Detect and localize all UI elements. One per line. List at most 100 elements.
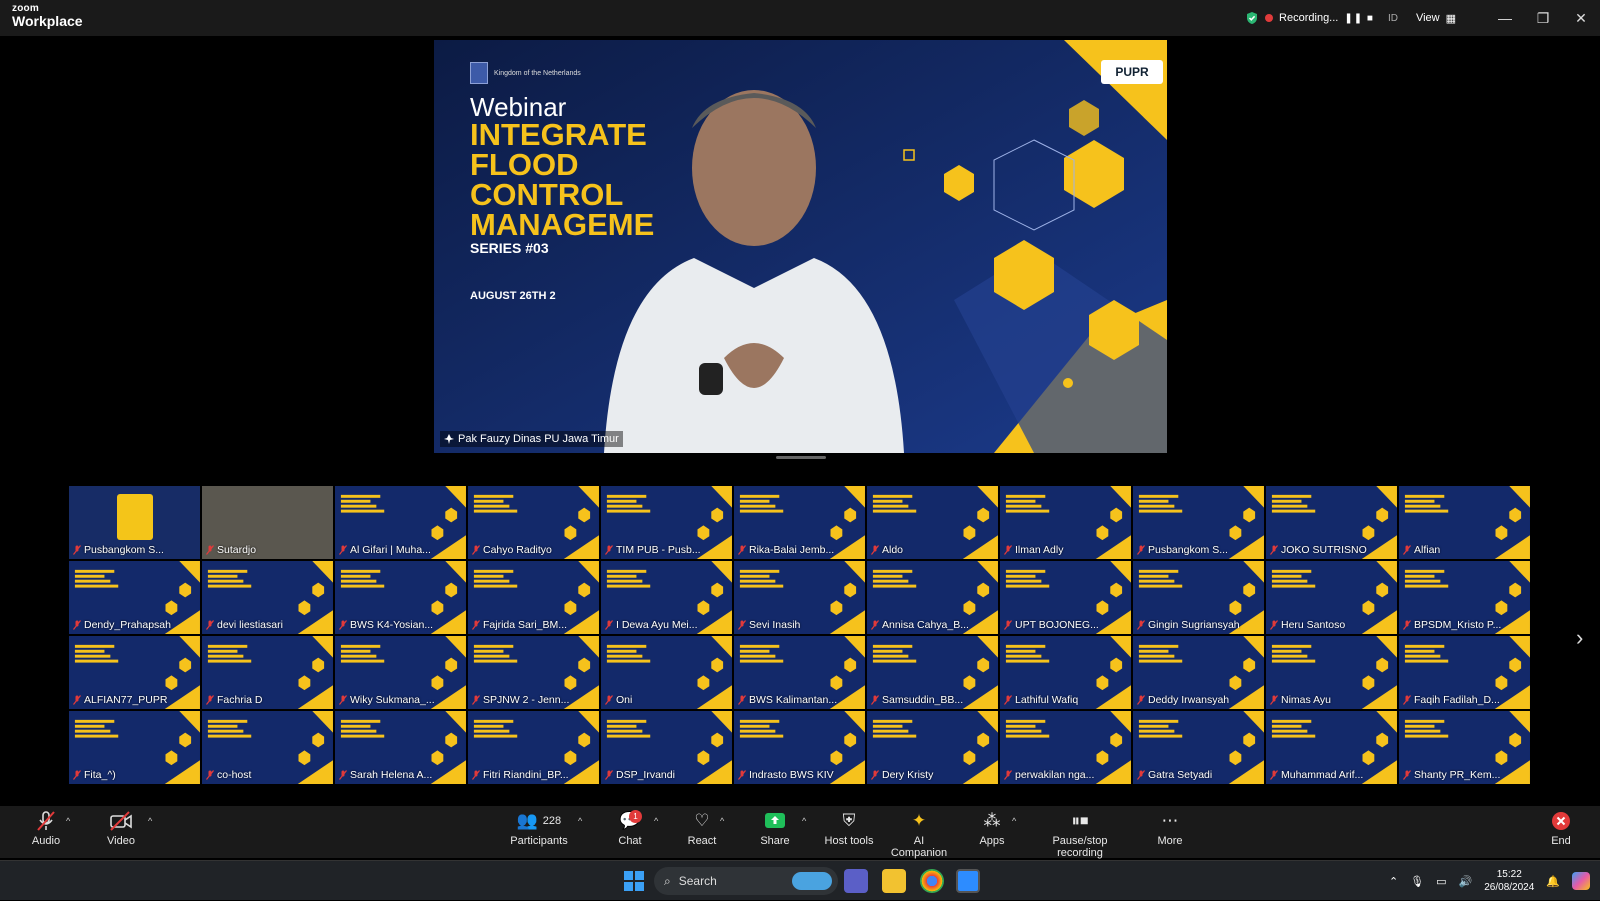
clock[interactable]: 15:22 26/08/2024 [1484, 868, 1534, 894]
audio-caret-icon[interactable]: ^ [66, 816, 70, 826]
participant-tile[interactable]: Indrasto BWS KIV [733, 710, 866, 785]
participant-tile[interactable]: Shanty PR_Kem... [1398, 710, 1531, 785]
participant-tile[interactable]: Alfian [1398, 485, 1531, 560]
participant-tile[interactable]: Wiky Sukmana_... [334, 635, 467, 710]
participant-tile[interactable]: SPJNW 2 - Jenn... [467, 635, 600, 710]
restore-button[interactable]: ❐ [1524, 10, 1562, 27]
chrome-icon[interactable] [920, 869, 944, 893]
participant-tile[interactable]: Fita_^) [68, 710, 201, 785]
participant-tile[interactable]: Sutardjo [201, 485, 334, 560]
notification-bell-icon[interactable]: 🔔 [1546, 875, 1560, 888]
participant-tile[interactable]: Gingin Sugriansyah [1132, 560, 1265, 635]
end-button[interactable]: End [1546, 810, 1576, 847]
participant-tile[interactable]: Deddy Irwansyah [1132, 635, 1265, 710]
participant-tile[interactable]: devi liestiasari [201, 560, 334, 635]
participant-tile[interactable]: I Dewa Ayu Mei... [600, 560, 733, 635]
mic-muted-icon [206, 695, 214, 705]
participant-tile[interactable]: ALFIAN77_PUPR [68, 635, 201, 710]
mic-muted-icon [1403, 695, 1411, 705]
participant-name-label: Faqih Fadilah_D... [1403, 694, 1526, 706]
participant-tile[interactable]: Sevi Inasih [733, 560, 866, 635]
share-button[interactable]: Share [759, 810, 791, 847]
participant-tile[interactable]: DSP_Irvandi [600, 710, 733, 785]
participant-tile[interactable]: Pusbangkom S... [68, 485, 201, 560]
next-page-arrow-icon[interactable]: › [1576, 625, 1583, 651]
host-tools-button[interactable]: ⛨ Host tools [820, 810, 878, 847]
ai-companion-button[interactable]: ✦ AI Companion [885, 810, 953, 859]
close-button[interactable]: ✕ [1562, 10, 1600, 27]
taskbar-search[interactable]: ⌕ Search [654, 867, 838, 895]
participant-name: devi liestiasari [217, 619, 283, 631]
copilot-icon[interactable] [1572, 872, 1590, 890]
minimize-button[interactable]: — [1486, 10, 1524, 26]
participant-tile[interactable]: co-host [201, 710, 334, 785]
participant-tile[interactable]: perwakilan nga... [999, 710, 1132, 785]
participant-tile[interactable]: Faqih Fadilah_D... [1398, 635, 1531, 710]
mic-muted-icon [738, 695, 746, 705]
participants-button[interactable]: 👥 228 Participants [508, 810, 570, 847]
participant-tile[interactable]: Pusbangkom S... [1132, 485, 1265, 560]
react-button[interactable]: ♡ React [686, 810, 718, 847]
recording-controls[interactable]: ❚❚ ■ [1344, 13, 1374, 24]
mic-muted-icon [1004, 620, 1012, 630]
resize-handle[interactable] [776, 456, 826, 459]
participant-tile[interactable]: Fajrida Sari_BM... [467, 560, 600, 635]
apps-caret-icon[interactable]: ^ [1012, 816, 1016, 826]
react-caret-icon[interactable]: ^ [720, 816, 724, 826]
participant-tile[interactable]: Muhammad Arif... [1265, 710, 1398, 785]
mic-muted-icon [472, 770, 480, 780]
participant-tile[interactable]: Cahyo Radityo [467, 485, 600, 560]
participant-tile[interactable]: Dendy_Prahapsah [68, 560, 201, 635]
participant-tile[interactable]: Dery Kristy [866, 710, 999, 785]
file-explorer-icon[interactable] [882, 869, 906, 893]
participant-name: Gatra Setyadi [1148, 769, 1213, 781]
participant-tile[interactable]: BWS K4-Yosian... [334, 560, 467, 635]
participant-tile[interactable]: JOKO SUTRISNO [1265, 485, 1398, 560]
participant-tile[interactable]: TIM PUB - Pusb... [600, 485, 733, 560]
network-icon[interactable]: ▭ [1436, 875, 1446, 888]
recording-indicator[interactable]: Recording... ❚❚ ■ [1245, 11, 1374, 25]
share-caret-icon[interactable]: ^ [802, 816, 806, 826]
participant-tile[interactable]: Fitri Riandini_BP... [467, 710, 600, 785]
view-button[interactable]: View ▦ [1416, 12, 1456, 25]
apps-button[interactable]: ⁂ Apps [977, 810, 1007, 847]
chevron-up-icon[interactable]: ⌃ [1389, 875, 1398, 888]
participant-tile[interactable]: Gatra Setyadi [1132, 710, 1265, 785]
video-caret-icon[interactable]: ^ [148, 816, 152, 826]
mic-muted-icon [1270, 770, 1278, 780]
participant-tile[interactable]: Oni [600, 635, 733, 710]
chat-button[interactable]: 💬 1 Chat [615, 810, 645, 847]
mic-muted-icon [1270, 545, 1278, 555]
zoom-icon[interactable] [956, 869, 980, 893]
meeting-id-label[interactable]: ID [1388, 13, 1398, 24]
participant-tile[interactable]: Heru Santoso [1265, 560, 1398, 635]
participant-tile[interactable]: Nimas Ayu [1265, 635, 1398, 710]
chat-caret-icon[interactable]: ^ [654, 816, 658, 826]
video-off-icon [110, 811, 132, 831]
video-button[interactable]: Video [101, 810, 141, 847]
participant-name: Cahyo Radityo [483, 544, 552, 556]
pause-stop-recording-button[interactable]: ⏸⏹ Pause/stop recording [1030, 810, 1130, 859]
participant-tile[interactable]: Annisa Cahya_B... [866, 560, 999, 635]
participants-caret-icon[interactable]: ^ [578, 816, 582, 826]
participant-tile[interactable]: Aldo [866, 485, 999, 560]
windows-start-icon[interactable] [624, 871, 644, 891]
participant-tile[interactable]: BWS Kalimantan... [733, 635, 866, 710]
apps-icon: ⁂ [983, 811, 1001, 830]
teams-icon[interactable] [844, 869, 868, 893]
participant-tile[interactable]: Samsuddin_BB... [866, 635, 999, 710]
participant-tile[interactable]: UPT BOJONEG... [999, 560, 1132, 635]
participant-tile[interactable]: Al Gifari | Muha... [334, 485, 467, 560]
participant-tile[interactable]: Ilman Adly [999, 485, 1132, 560]
participant-tile[interactable]: BPSDM_Kristo P... [1398, 560, 1531, 635]
microphone-icon[interactable]: 🎙 [1410, 875, 1424, 888]
participant-tile[interactable]: Rika-Balai Jemb... [733, 485, 866, 560]
audio-button[interactable]: Audio [26, 810, 66, 847]
active-speaker-video[interactable]: Kingdom of the Netherlands Webinar INTEG… [434, 40, 1167, 453]
volume-icon[interactable]: 🔊 [1459, 875, 1473, 888]
participant-tile[interactable]: Lathiful Wafiq [999, 635, 1132, 710]
participant-tile[interactable]: Sarah Helena A... [334, 710, 467, 785]
participant-tile[interactable]: Fachria D [201, 635, 334, 710]
more-button[interactable]: ⋯ More [1155, 810, 1185, 847]
system-tray: ⌃ 🎙 ▭ 🔊 15:22 26/08/2024 🔔 [1389, 861, 1600, 901]
